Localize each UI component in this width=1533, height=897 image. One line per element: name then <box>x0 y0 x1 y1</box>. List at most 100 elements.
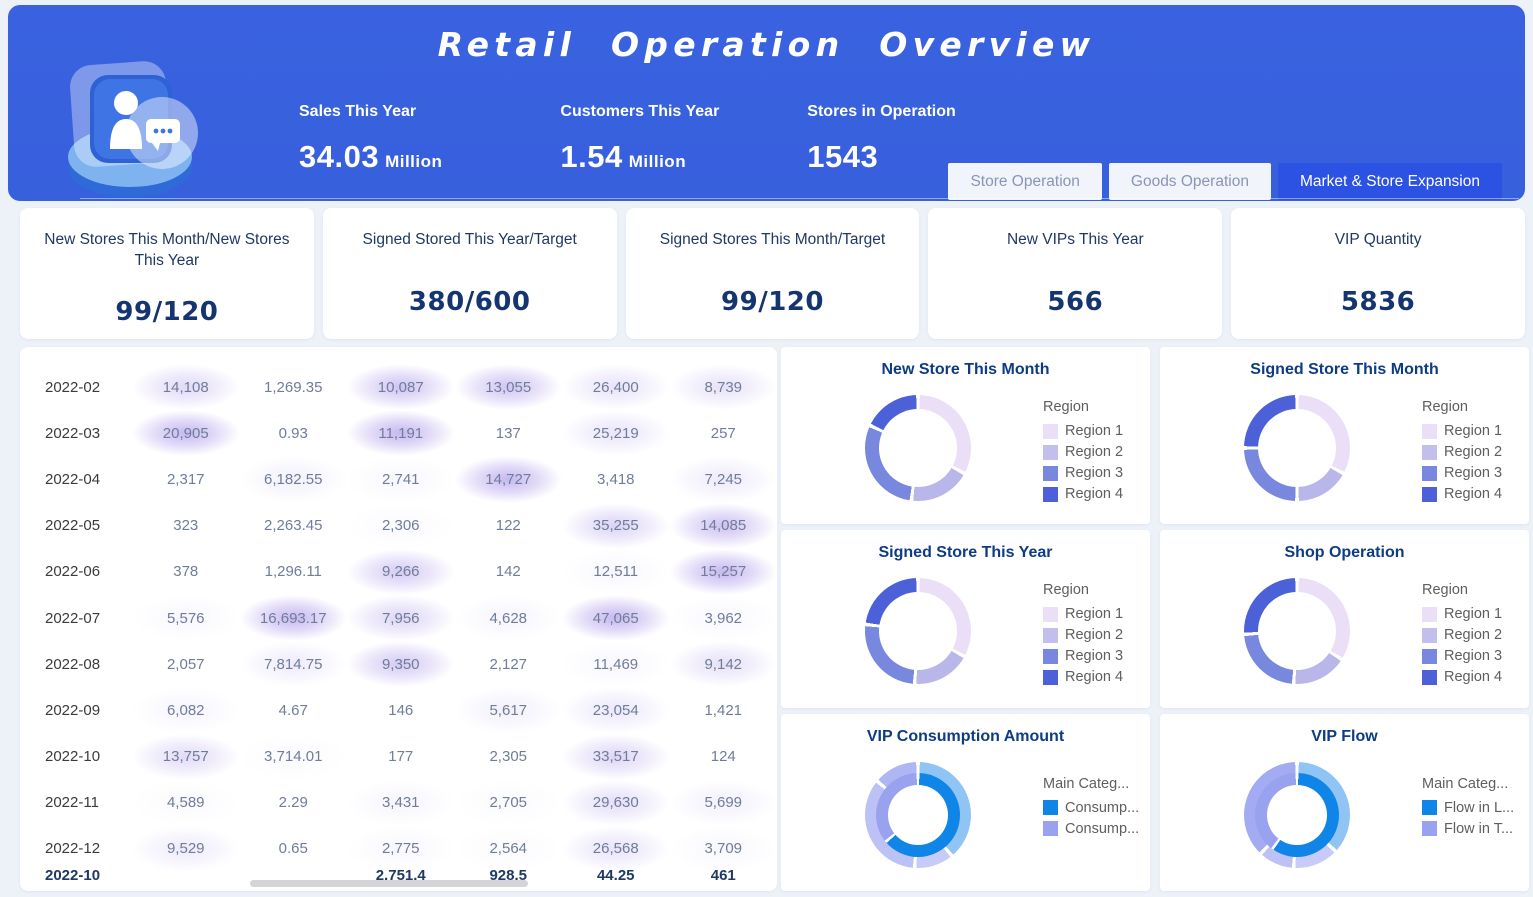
table-cell: 13,757 <box>132 734 240 780</box>
legend-item[interactable]: Region 3 <box>1422 465 1502 481</box>
legend-item[interactable]: Region 4 <box>1043 486 1123 502</box>
table-row[interactable]: 2022-082,0577,814.759,3502,12711,4699,14… <box>20 641 777 687</box>
table-row[interactable]: 2022-075,57616,693.177,9564,62847,0653,9… <box>20 595 777 641</box>
row-date-label: 2022-10 <box>20 867 132 884</box>
table-cell: 2,317 <box>132 456 240 502</box>
legend-item[interactable]: Consump... <box>1043 800 1139 816</box>
legend-item[interactable]: Region 2 <box>1422 627 1502 643</box>
chart-card-signed-store-this-month: Signed Store This MonthRegionRegion 1Reg… <box>1160 347 1529 524</box>
legend-swatch-icon <box>1422 821 1437 836</box>
header-kpi-suffix: Million <box>385 152 442 171</box>
legend-item[interactable]: Region 3 <box>1422 648 1502 664</box>
legend-swatch-icon <box>1043 445 1058 460</box>
table-cell: 29,630 <box>562 780 670 826</box>
table-row[interactable]: 2022-042,3176,182.552,74114,7273,4187,24… <box>20 456 777 502</box>
table-cell: 7,245 <box>670 456 778 502</box>
table-cell: 9,350 <box>347 641 455 687</box>
table-cell: 13,055 <box>455 364 563 410</box>
legend-item[interactable]: Region 1 <box>1422 606 1502 622</box>
legend-label: Region 3 <box>1065 465 1123 481</box>
horizontal-scrollbar[interactable] <box>250 880 528 887</box>
legend-label: Region 4 <box>1444 486 1502 502</box>
table-row[interactable]: 2022-1013,7573,714.011772,30533,517124 <box>20 734 777 780</box>
legend-item[interactable]: Region 4 <box>1043 669 1123 685</box>
tab-goods-operation[interactable]: Goods Operation <box>1109 163 1271 200</box>
legend-swatch-icon <box>1422 800 1437 815</box>
chart-card-new-store-this-month: New Store This MonthRegionRegion 1Region… <box>781 347 1150 524</box>
legend-label: Region 2 <box>1444 627 1502 643</box>
table-cell: 7,956 <box>347 595 455 641</box>
chart-title: Shop Operation <box>1160 544 1529 562</box>
donut-chart[interactable] <box>865 395 971 501</box>
legend-swatch-icon <box>1043 487 1058 502</box>
table-cell: 4,628 <box>455 595 563 641</box>
tab-market-store-expansion[interactable]: Market & Store Expansion <box>1278 163 1502 200</box>
legend-swatch-icon <box>1422 649 1437 664</box>
donut-chart[interactable] <box>865 578 971 684</box>
table-cell: 177 <box>347 734 455 780</box>
table-row[interactable]: 2022-053232,263.452,30612235,25514,085 <box>20 503 777 549</box>
legend-item[interactable]: Consump... <box>1043 821 1139 837</box>
chart-card-vip-consumption-amount: VIP Consumption AmountMain Categ...Consu… <box>781 714 1150 891</box>
table-cell: 25,219 <box>562 410 670 456</box>
table-cell: 26,400 <box>562 364 670 410</box>
table-row[interactable]: 2022-0320,9050.9311,19113725,219257 <box>20 410 777 456</box>
table-cell: 2,306 <box>347 503 455 549</box>
legend-label: Region 3 <box>1065 648 1123 664</box>
legend-label: Region 1 <box>1444 423 1502 439</box>
chart-title: Signed Store This Month <box>1160 361 1529 379</box>
legend-item[interactable]: Region 1 <box>1422 423 1502 439</box>
chart-card-signed-store-this-year: Signed Store This YearRegionRegion 1Regi… <box>781 530 1150 707</box>
monthly-data-table[interactable]: 2022-0214,1081,269.3510,08713,05526,4008… <box>20 347 777 891</box>
table-cell: 33,517 <box>562 734 670 780</box>
table-cell: 4.67 <box>240 687 348 733</box>
table-cell: 6,082 <box>132 687 240 733</box>
donut-chart[interactable] <box>1244 578 1350 684</box>
legend-item[interactable]: Region 2 <box>1422 444 1502 460</box>
table-cell: 14,727 <box>455 456 563 502</box>
donut-chart[interactable] <box>865 762 971 868</box>
legend-label: Consump... <box>1065 821 1139 837</box>
donut-chart[interactable] <box>1244 762 1350 868</box>
legend-title: Main Categ... <box>1422 776 1514 792</box>
header-kpi-value: 34.03Million <box>299 139 442 175</box>
donut-hole <box>879 409 957 487</box>
table-cell: 2,127 <box>455 641 563 687</box>
table-cell: 2,741 <box>347 456 455 502</box>
table-row[interactable]: 2022-063781,296.119,26614212,51115,257 <box>20 549 777 595</box>
legend-item[interactable]: Region 2 <box>1043 627 1123 643</box>
legend-swatch-icon <box>1043 607 1058 622</box>
legend-item[interactable]: Region 4 <box>1422 669 1502 685</box>
table-cell: 461 <box>670 852 778 891</box>
chart-title: Signed Store This Year <box>781 544 1150 562</box>
legend-item[interactable]: Region 1 <box>1043 606 1123 622</box>
donut-chart[interactable] <box>1244 395 1350 501</box>
legend-label: Flow in L... <box>1444 800 1514 816</box>
table-cell: 14,085 <box>670 503 778 549</box>
legend-swatch-icon <box>1422 445 1437 460</box>
legend-swatch-icon <box>1422 487 1437 502</box>
legend-item[interactable]: Flow in L... <box>1422 800 1514 816</box>
legend-item[interactable]: Region 3 <box>1043 648 1123 664</box>
table-cell: 11,191 <box>347 410 455 456</box>
table-row[interactable]: 2022-0214,1081,269.3510,08713,05526,4008… <box>20 364 777 410</box>
tab-store-operation[interactable]: Store Operation <box>948 163 1101 200</box>
header-kpi: Stores in Operation1543 <box>807 103 955 175</box>
legend-item[interactable]: Region 4 <box>1422 486 1502 502</box>
table-row[interactable]: 2022-114,5892.293,4312,70529,6305,699 <box>20 780 777 826</box>
table-cell: 15,257 <box>670 549 778 595</box>
chart-legend: RegionRegion 1Region 2Region 3Region 4 <box>1043 582 1123 690</box>
legend-item[interactable]: Region 3 <box>1043 465 1123 481</box>
legend-item[interactable]: Region 2 <box>1043 444 1123 460</box>
chart-title: New Store This Month <box>781 361 1150 379</box>
summary-card-title: New Stores This Month/New Stores This Ye… <box>38 230 296 272</box>
donut-hole <box>1267 785 1327 845</box>
table-row[interactable]: 2022-096,0824.671465,61723,0541,421 <box>20 687 777 733</box>
chart-legend: Main Categ... Flow in L... Flow in T... <box>1422 776 1514 842</box>
legend-item[interactable]: Region 1 <box>1043 423 1123 439</box>
table-cell: 6,182.55 <box>240 456 348 502</box>
table-body: 2022-0214,1081,269.3510,08713,05526,4008… <box>20 364 777 872</box>
legend-title: Region <box>1422 582 1502 598</box>
legend-label: Region 3 <box>1444 648 1502 664</box>
legend-item[interactable]: Flow in T... <box>1422 821 1514 837</box>
